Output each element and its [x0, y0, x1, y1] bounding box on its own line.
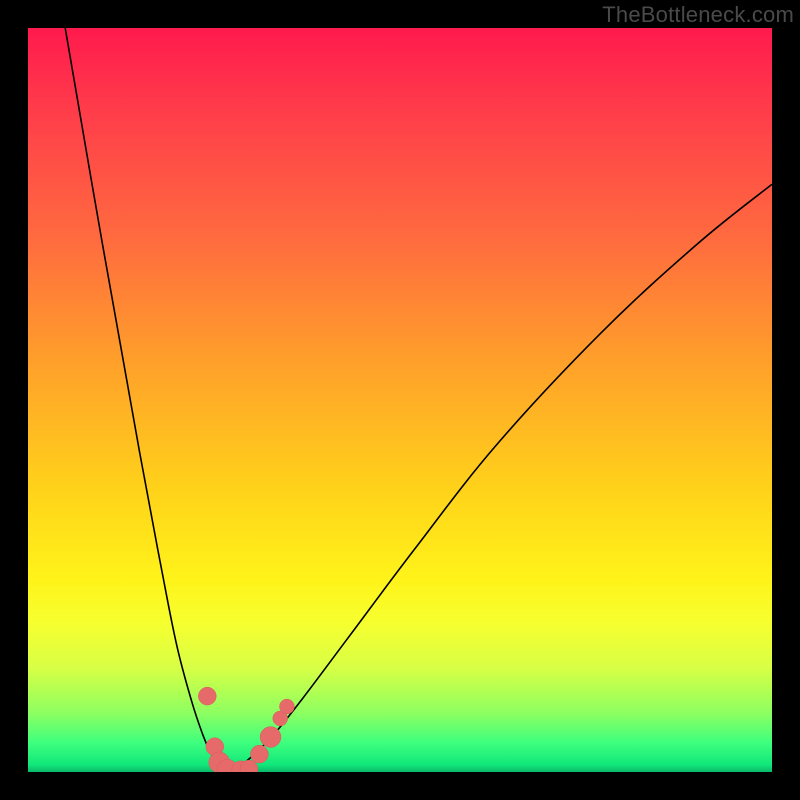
outer-frame: TheBottleneck.com — [0, 0, 800, 800]
data-marker — [279, 699, 294, 714]
chart-svg — [28, 28, 772, 772]
curve-left-branch — [65, 28, 229, 772]
data-marker — [198, 687, 216, 705]
plot-area — [28, 28, 772, 772]
data-marker — [250, 745, 268, 763]
watermark-text: TheBottleneck.com — [602, 2, 794, 28]
data-marker — [260, 727, 281, 748]
curve-right-branch — [229, 184, 772, 772]
marker-group — [198, 687, 294, 772]
